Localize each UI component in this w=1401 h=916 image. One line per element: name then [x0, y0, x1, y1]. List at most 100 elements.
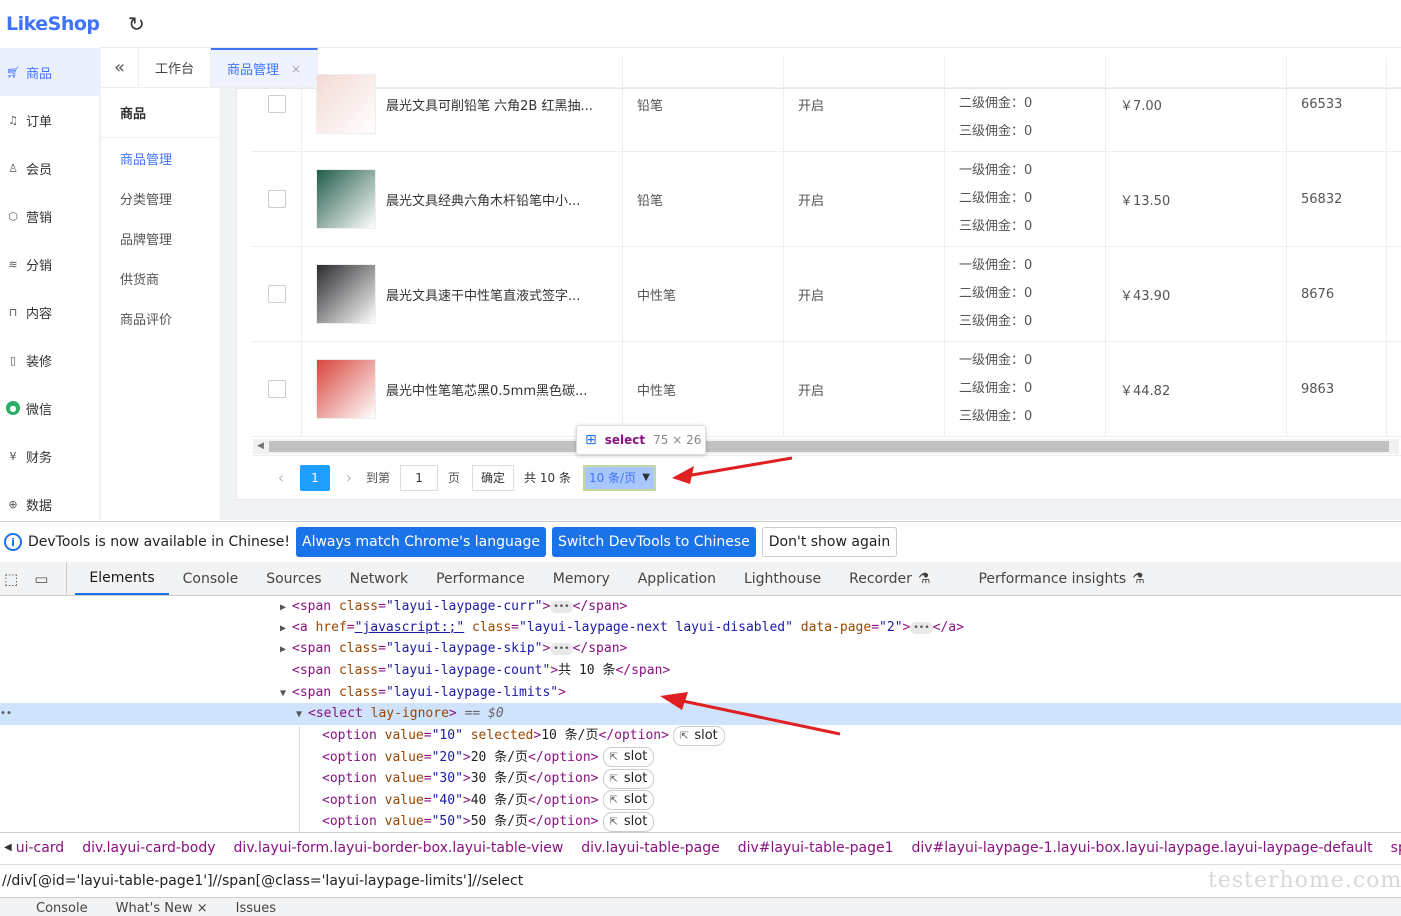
sub-item-category[interactable]: 分类管理: [101, 178, 220, 218]
row-checkbox[interactable]: [267, 380, 286, 398]
app-logo[interactable]: LikeShop: [0, 0, 100, 48]
tab-console[interactable]: Console: [169, 562, 253, 595]
drawer-tab-issues[interactable]: Issues: [236, 901, 276, 916]
dom-node-select[interactable]: ▼ <select lay-ignore> == $0: [296, 703, 504, 724]
sub-item-brand[interactable]: 品牌管理: [101, 218, 220, 258]
current-page[interactable]: 1: [300, 464, 330, 491]
node-text: 共 10 条: [558, 663, 616, 678]
dom-node-laypage-skip[interactable]: ▶ <span class="layui-laypage-skip"> ••• </s…: [280, 638, 627, 659]
sidebar-item-distribution[interactable]: ≋ 分销: [0, 240, 99, 288]
confirm-button[interactable]: 确定: [472, 464, 515, 491]
collapse-icon[interactable]: «: [101, 48, 139, 87]
row-checkbox[interactable]: [267, 95, 286, 113]
sub-item-goods-management[interactable]: 商品管理: [101, 138, 220, 178]
tab-recorder[interactable]: Recorder ⚗: [835, 562, 944, 595]
dom-node-laypage-next[interactable]: ▶ <a href="javascript:;" class="layui-lay…: [280, 617, 964, 638]
dom-node-option[interactable]: <option value="50">50 条/页</option> ⇱ slot: [322, 811, 655, 832]
refresh-icon[interactable]: ↻: [128, 12, 145, 36]
always-match-language-button[interactable]: Always match Chrome's language: [296, 527, 546, 557]
xpath-search-input[interactable]: //div[@id='layui-table-page1']//span[@cl…: [0, 864, 1401, 896]
device-toolbar-icon[interactable]: ▭: [34, 570, 48, 588]
ellipsis-icon[interactable]: •••: [910, 621, 933, 634]
collapse-icon[interactable]: ▼: [280, 683, 292, 704]
sidebar-item-goods[interactable]: 🛒︎ 商品: [0, 48, 99, 96]
sidebar-item-wechat[interactable]: ● 微信: [0, 384, 99, 432]
product-thumbnail: [316, 169, 376, 229]
tab-application[interactable]: Application: [624, 562, 730, 595]
inspect-element-icon[interactable]: ⬚: [4, 570, 18, 588]
sidebar-item-marketing[interactable]: ⬡ 营销: [0, 192, 99, 240]
slot-badge[interactable]: ⇱ slot: [602, 790, 655, 811]
next-page-button[interactable]: ›: [336, 468, 362, 487]
slot-badge[interactable]: ⇱ slot: [672, 725, 725, 746]
phone-icon: ▯: [9, 353, 17, 367]
node-text: 50 条/页: [470, 814, 529, 830]
expand-icon[interactable]: ▶: [280, 597, 292, 618]
row-checkbox[interactable]: [267, 285, 286, 303]
sub-sidebar-title: 商品: [101, 88, 220, 138]
slot-badge[interactable]: ⇱ slot: [602, 811, 655, 832]
breadcrumb-item[interactable]: div#layui-table-page1: [738, 840, 894, 856]
dom-node-option[interactable]: <option value="30">30 条/页</option> ⇱ slot: [322, 768, 655, 789]
attr-value-link[interactable]: "javascript:;": [355, 620, 465, 635]
tab-label: Performance insights: [978, 570, 1127, 587]
row-checkbox[interactable]: [267, 190, 286, 208]
drawer-tab-console[interactable]: Console: [36, 901, 88, 916]
expand-icon[interactable]: ▶: [280, 639, 292, 660]
dom-node-option[interactable]: <option value="10" selected>10 条/页</opti…: [322, 725, 725, 746]
tab-sources[interactable]: Sources: [252, 562, 335, 595]
drawer-tab-whats-new[interactable]: What's New ×: [116, 901, 208, 916]
breadcrumb-item[interactable]: div#layui-laypage-1.layui-box.layui-layp…: [912, 840, 1373, 856]
prev-page-button[interactable]: ‹: [268, 468, 294, 487]
ellipsis-icon[interactable]: •••: [550, 600, 573, 613]
breadcrumb-item[interactable]: div.layui-table-page: [581, 840, 719, 856]
sidebar-item-data[interactable]: ⊕ 数据: [0, 480, 99, 520]
page-input[interactable]: 1: [400, 464, 439, 491]
grid-icon: ⊞: [585, 432, 597, 448]
sidebar-item-decoration[interactable]: ▯ 装修: [0, 336, 99, 384]
pagination: ‹ 1 › 到第 1 页 确定 共 10 条 10 条/页 ▼: [252, 455, 1401, 499]
breadcrumb-item[interactable]: div.layui-card-body: [82, 840, 215, 856]
expand-icon[interactable]: ▶: [280, 618, 292, 639]
slot-badge[interactable]: ⇱ slot: [602, 768, 655, 789]
sidebar-item-orders[interactable]: ♫︎ 订单: [0, 96, 99, 144]
status-cell: 开启: [784, 247, 945, 341]
tab-performance[interactable]: Performance: [422, 562, 539, 595]
attr-value: "50": [431, 814, 463, 830]
scroll-left-icon[interactable]: ◀: [4, 842, 12, 853]
sub-item-supplier[interactable]: 供货商: [101, 258, 220, 298]
dom-node-option[interactable]: <option value="20">20 条/页</option> ⇱ slot: [322, 747, 655, 768]
breadcrumb-item[interactable]: ui-card: [16, 840, 65, 856]
switch-to-chinese-button[interactable]: Switch DevTools to Chinese: [551, 527, 756, 557]
dont-show-again-button[interactable]: Don't show again: [761, 527, 898, 557]
scrollbar-thumb[interactable]: [269, 441, 1389, 452]
commission-line: 一级佣金：0: [959, 163, 1033, 178]
tab-elements[interactable]: Elements: [75, 562, 169, 595]
node-menu-icon[interactable]: ••: [0, 703, 12, 724]
tab-workbench[interactable]: 工作台: [139, 48, 212, 87]
sidebar-item-finance[interactable]: ¥ 财务: [0, 432, 99, 480]
sidebar-item-members[interactable]: ♙ 会员: [0, 144, 99, 192]
breadcrumb-item[interactable]: span.layui-l: [1391, 840, 1401, 856]
horizontal-scrollbar[interactable]: ◀: [253, 439, 1399, 454]
dom-node-laypage-count[interactable]: <span class="layui-laypage-count">共 10 条…: [292, 660, 670, 681]
page-size-select[interactable]: 10 条/页 ▼: [582, 464, 656, 491]
sub-item-review[interactable]: 商品评价: [101, 298, 220, 338]
sidebar-item-content[interactable]: ⊓ 内容: [0, 288, 99, 336]
dom-node-option[interactable]: <option value="40">40 条/页</option> ⇱ slot: [322, 790, 655, 811]
breadcrumb-item[interactable]: div.layui-form.layui-border-box.layui-ta…: [234, 840, 564, 856]
chevron-down-icon: ▼: [642, 472, 650, 483]
elements-panel: ▶ <span class="layui-laypage-curr"> ••• </s…: [0, 596, 1401, 832]
dom-node-laypage-curr[interactable]: ▶ <span class="layui-laypage-curr"> ••• </s…: [280, 596, 627, 617]
collapse-icon[interactable]: ▼: [296, 704, 308, 725]
attr-value: "30": [431, 771, 463, 787]
tab-network[interactable]: Network: [336, 562, 422, 595]
tooltip-dims: 75 × 26: [653, 433, 702, 447]
tab-lighthouse[interactable]: Lighthouse: [730, 562, 835, 595]
slot-badge[interactable]: ⇱ slot: [602, 747, 655, 768]
tab-performance-insights[interactable]: Performance insights ⚗: [964, 562, 1158, 595]
tab-memory[interactable]: Memory: [539, 562, 624, 595]
scroll-left-icon[interactable]: ◀: [257, 441, 264, 451]
ellipsis-icon[interactable]: •••: [550, 642, 573, 655]
dom-node-laypage-limits[interactable]: ▼ <span class="layui-laypage-limits">: [280, 682, 566, 703]
